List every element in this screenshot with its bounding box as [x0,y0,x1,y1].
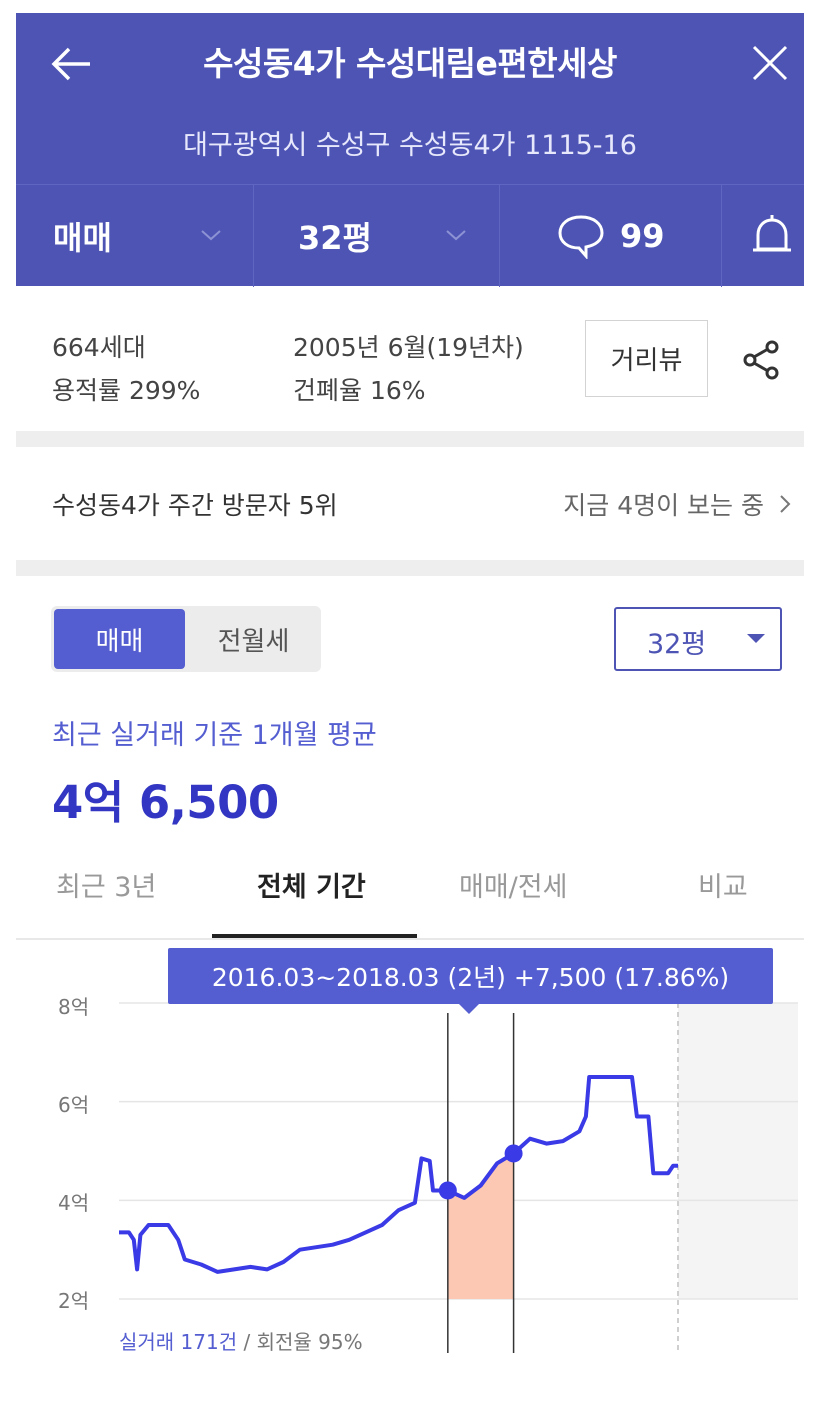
floor-area-ratio: 용적률 299% [52,376,201,405]
turnover-rate: / 회전율 95% [237,1330,363,1354]
address: 대구광역시 수성구 수성동4가 1115-16 [183,130,637,161]
comment-count: 99 [620,217,665,255]
share-icon[interactable] [740,338,784,382]
speech-bubble-icon [558,215,604,259]
segment-sale[interactable]: 매매 [54,609,185,669]
size-label: 32평 [298,219,372,257]
visitor-rank-row[interactable]: 수성동4가 주간 방문자 5위 지금 4명이 보는 중 [16,450,804,560]
visitor-rank: 수성동4가 주간 방문자 5위 [52,491,338,520]
page-title: 수성동4가 수성대림e편한세상 [203,44,617,83]
coverage-ratio: 건폐율 16% [293,376,426,405]
size-select[interactable]: 32평 [614,607,782,671]
y-tick-label: 4억 [58,1191,90,1215]
comments-button[interactable]: 99 [556,185,716,287]
tab-all-period[interactable]: 전체 기간 [257,865,366,904]
viewers-now: 지금 4명이 보는 중 [563,486,792,522]
header-tabs: 매매 32평 99 [16,184,804,287]
size-dropdown[interactable]: 32평 [298,185,498,287]
tab-sale-jeonse[interactable]: 매매/전세 [459,865,567,904]
segment-rent[interactable]: 전월세 [188,609,319,669]
y-tick-label: 2억 [58,1289,90,1313]
price-line [119,1075,678,1274]
y-tick-label: 6억 [58,1093,90,1117]
section-gap [16,431,804,447]
built-year: 2005년 6월(19년차) [293,333,524,362]
price-chart-svg[interactable] [16,943,804,1363]
trade-segment: 매매 전월세 [51,606,321,672]
trade-type-dropdown[interactable]: 매매 [53,185,253,287]
close-icon[interactable] [748,41,792,85]
range-marker [438,1181,457,1200]
tooltip-arrow [459,1004,479,1014]
highlight-area [447,1153,514,1299]
divider [499,185,500,287]
street-view-button[interactable]: 거리뷰 [585,320,708,397]
chevron-down-icon [201,230,221,241]
trade-type-label: 매매 [53,219,112,257]
divider [253,185,254,287]
range-marker [504,1144,523,1163]
active-tab-indicator [212,934,417,938]
households: 664세대 [52,333,146,362]
trade-stats: 실거래 171건 / 회전율 95% [119,1326,363,1355]
price-chart: 2016.03~2018.03 (2년) +7,500 (17.86%) 8억 … [16,943,804,1363]
future-region [678,1003,798,1299]
tab-compare[interactable]: 비교 [698,865,748,904]
caret-down-icon [747,634,765,643]
viewers-text: 지금 4명이 보는 중 [563,491,764,520]
trade-count: 실거래 171건 [119,1330,238,1354]
divider [721,185,722,287]
bell-icon[interactable] [749,213,795,261]
tab-recent-3y[interactable]: 최근 3년 [56,865,156,904]
avg-price-value: 4억 6,500 [52,776,279,829]
section-gap [16,560,804,576]
period-tabs: 최근 3년 전체 기간 매매/전세 비교 [16,843,804,940]
size-select-value: 32평 [647,629,707,660]
y-tick-label: 8억 [58,995,90,1019]
range-tooltip: 2016.03~2018.03 (2년) +7,500 (17.86%) [168,948,773,1004]
avg-price-label: 최근 실거래 기준 1개월 평균 [52,720,377,751]
chevron-down-icon [446,230,466,241]
app-frame: 수성동4가 수성대림e편한세상 대구광역시 수성구 수성동4가 1115-16 … [16,13,804,1373]
header: 수성동4가 수성대림e편한세상 대구광역시 수성구 수성동4가 1115-16 … [16,13,804,287]
chevron-right-icon [780,495,791,513]
